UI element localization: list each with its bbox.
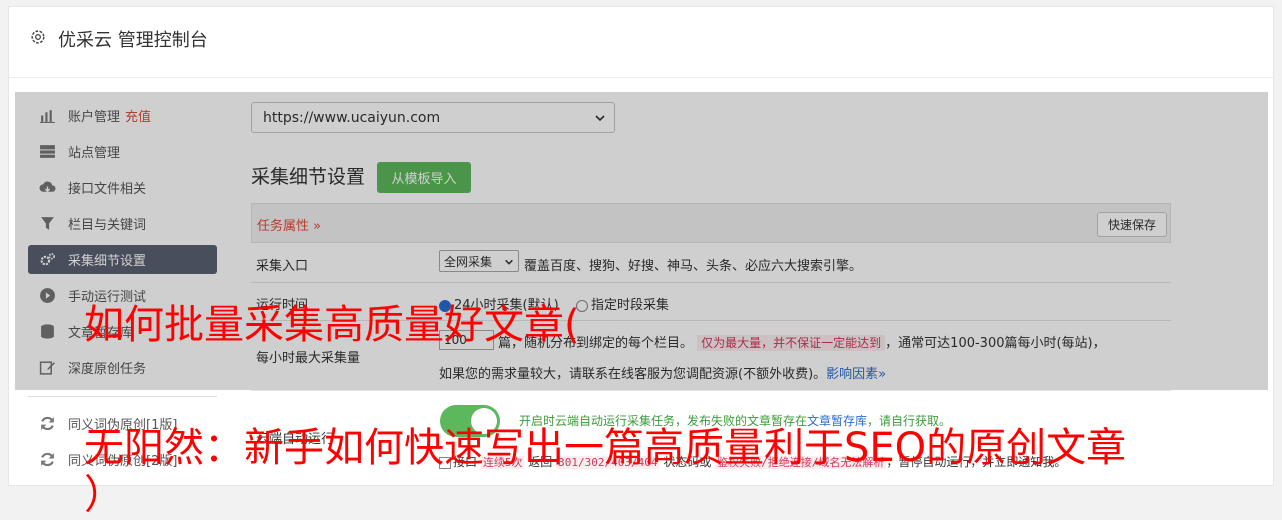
refresh-icon xyxy=(41,452,54,467)
panel-header: 优采云 管理控制台 xyxy=(9,7,1273,78)
gear-icon xyxy=(31,30,45,44)
sidebar-divider xyxy=(28,396,217,397)
overlay-headline-3: ） xyxy=(84,472,124,518)
row-divider xyxy=(251,390,1171,391)
refresh-icon xyxy=(41,416,54,431)
overlay-headline-1: 如何批量采集高质量好文章( xyxy=(84,302,580,348)
page-title: 优采云 管理控制台 xyxy=(58,30,208,51)
overlay-headline-2: 无阳然：新手如何快速写出一篇高质量利于SEO的原创文章 xyxy=(84,425,1127,471)
